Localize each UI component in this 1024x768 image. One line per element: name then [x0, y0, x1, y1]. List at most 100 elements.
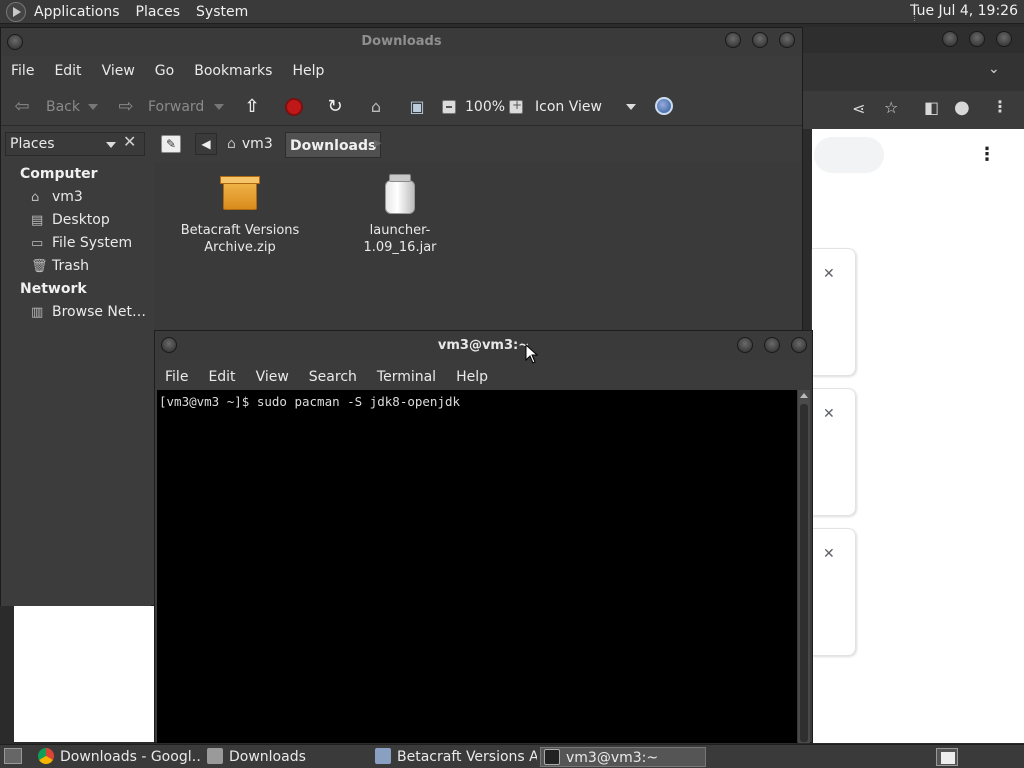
sidebar-title: Places — [10, 136, 55, 152]
drive-icon: ▭ — [31, 236, 44, 251]
chrome-icon — [38, 748, 54, 764]
sidebar-type-dropdown-arrow[interactable] — [106, 142, 116, 148]
browser-close-button[interactable] — [996, 31, 1012, 47]
stop-icon[interactable] — [285, 98, 303, 116]
taskbar-item-label: Downloads - Googl… — [60, 749, 202, 765]
show-desktop-icon[interactable] — [4, 748, 22, 764]
taskbar-item-label: vm3@vm3:~ — [566, 750, 659, 766]
browser-search-pill[interactable] — [814, 137, 884, 173]
distro-logo-icon[interactable] — [6, 1, 26, 22]
file-name: Betacraft Versions Archive.zip — [180, 223, 300, 255]
menu-bookmarks[interactable]: Bookmarks — [194, 63, 272, 79]
file-manager-toolbar: ⇦ Back ⇨ Forward ⇧ ↻ ⌂ ▣ 100% Icon View — [1, 88, 802, 126]
file-item-jar[interactable]: launcher-1.09_16.jar — [340, 172, 460, 256]
tab-search-chevron-icon[interactable]: ⌄ — [988, 61, 1000, 77]
browser-titlebar[interactable] — [800, 27, 1024, 53]
minimize-button[interactable] — [725, 32, 741, 48]
browser-tabstrip: ⌄ — [800, 53, 1024, 91]
panel-clock[interactable]: Tue Jul 4, 19:26 — [910, 3, 1018, 19]
browser-maximize-button[interactable] — [969, 31, 985, 47]
bottom-taskbar: Downloads - Googl… Downloads Betacraft V… — [0, 744, 1024, 768]
zoom-out-icon[interactable] — [442, 100, 456, 114]
share-icon[interactable]: ⋖ — [852, 99, 865, 118]
reload-icon[interactable]: ↻ — [324, 96, 346, 118]
workspace-switcher[interactable] — [936, 748, 958, 766]
sidebar-close-icon[interactable]: ✕ — [123, 132, 136, 151]
side-panel-icon[interactable]: ◧ — [924, 98, 939, 117]
taskbar-item-file-manager[interactable]: Downloads — [207, 747, 367, 767]
menu-help[interactable]: Help — [292, 63, 324, 79]
close-button[interactable] — [779, 32, 795, 48]
taskbar-item-browser[interactable]: Downloads - Googl… — [38, 747, 202, 767]
edit-location-icon[interactable]: ✎ — [161, 135, 181, 153]
file-manager-titlebar[interactable]: Downloads — [1, 28, 802, 56]
menu-edit[interactable]: Edit — [208, 369, 235, 385]
terminal-titlebar[interactable]: vm3@vm3:~ — [155, 331, 812, 361]
minimize-button[interactable] — [737, 337, 753, 353]
panel-menu-places[interactable]: Places — [136, 4, 181, 20]
menu-view[interactable]: View — [102, 63, 135, 79]
panel-menu-system[interactable]: System — [196, 4, 248, 20]
home-folder-icon[interactable]: ⌂ — [365, 96, 387, 118]
trash-icon: 🗑 — [31, 259, 48, 274]
view-mode-select[interactable]: Icon View — [535, 88, 602, 126]
maximize-button[interactable] — [752, 32, 768, 48]
menu-view[interactable]: View — [256, 369, 289, 385]
sidebar-item-file-system[interactable]: ▭ File System — [31, 235, 132, 251]
maximize-button[interactable] — [764, 337, 780, 353]
forward-button[interactable]: Forward — [148, 88, 204, 126]
back-history-dropdown[interactable] — [88, 104, 98, 110]
page-menu-icon[interactable]: ⋮ — [978, 144, 996, 165]
browser-minimize-button[interactable] — [942, 31, 958, 47]
browser-menu-icon[interactable]: ⋮ — [992, 97, 1008, 116]
menu-edit[interactable]: Edit — [54, 63, 81, 79]
scroll-up-arrow-icon[interactable] — [800, 393, 808, 398]
up-arrow-icon[interactable]: ⇧ — [241, 96, 263, 118]
search-icon[interactable] — [655, 97, 673, 115]
terminal-scrollbar[interactable] — [798, 390, 810, 743]
home-folder-icon: ⌂ — [31, 190, 40, 205]
sidebar-item-desktop[interactable]: ▤ Desktop — [31, 212, 110, 228]
sidebar-item-vm3[interactable]: ⌂ vm3 — [31, 189, 83, 205]
window-title: Downloads — [361, 34, 442, 49]
menu-go[interactable]: Go — [155, 63, 174, 79]
taskbar-item-terminal[interactable]: vm3@vm3:~ — [540, 747, 706, 767]
taskbar-item-archive[interactable]: Betacraft Versions A… — [375, 747, 537, 767]
terminal-command-line: [vm3@vm3 ~]$ sudo pacman -S jdk8-openjdk — [159, 394, 461, 409]
menu-help[interactable]: Help — [456, 369, 488, 385]
path-scroll-left-button[interactable]: ◀ — [195, 133, 217, 155]
window-menu-button[interactable] — [161, 337, 177, 353]
top-panel: Applications Places System Tue Jul 4, 19… — [0, 0, 1024, 24]
forward-history-dropdown[interactable] — [214, 104, 224, 110]
sidebar-item-trash[interactable]: 🗑 Trash — [31, 258, 89, 274]
network-icon: ▥ — [31, 305, 44, 320]
back-button[interactable]: Back — [46, 88, 80, 126]
close-button[interactable] — [791, 337, 807, 353]
terminal-title: vm3@vm3:~ — [437, 338, 530, 353]
window-menu-button[interactable] — [7, 34, 23, 50]
terminal-screen[interactable]: [vm3@vm3 ~]$ sudo pacman -S jdk8-openjdk — [157, 390, 797, 743]
path-scroll-right-button[interactable]: ▶ — [374, 133, 388, 155]
path-home-label: vm3 — [241, 136, 273, 152]
path-button-current[interactable]: Downloads — [285, 132, 382, 158]
sidebar-item-browse-network[interactable]: ▥ Browse Net… — [31, 304, 146, 320]
zoom-in-icon[interactable] — [509, 98, 523, 114]
menu-file[interactable]: File — [11, 63, 34, 79]
card-close-icon[interactable]: ✕ — [823, 406, 835, 422]
back-arrow-icon: ⇦ — [14, 96, 30, 117]
star-icon[interactable]: ☆ — [884, 98, 898, 117]
card-close-icon[interactable]: ✕ — [823, 546, 835, 562]
menu-search[interactable]: Search — [309, 369, 357, 385]
file-item-zip[interactable]: Betacraft Versions Archive.zip — [180, 172, 300, 256]
path-button-home[interactable]: ⌂ vm3 — [227, 133, 273, 155]
view-mode-dropdown-arrow[interactable] — [626, 104, 636, 110]
card-close-icon[interactable]: ✕ — [823, 266, 835, 282]
computer-icon[interactable]: ▣ — [406, 96, 428, 118]
menu-file[interactable]: File — [165, 369, 188, 385]
taskbar-item-label: Downloads — [229, 749, 306, 765]
menu-terminal[interactable]: Terminal — [377, 369, 436, 385]
file-name: launcher-1.09_16.jar — [363, 223, 437, 255]
profile-avatar-icon[interactable]: ● — [954, 97, 970, 118]
scrollbar-thumb[interactable] — [800, 404, 808, 742]
panel-menu-applications[interactable]: Applications — [34, 4, 120, 20]
